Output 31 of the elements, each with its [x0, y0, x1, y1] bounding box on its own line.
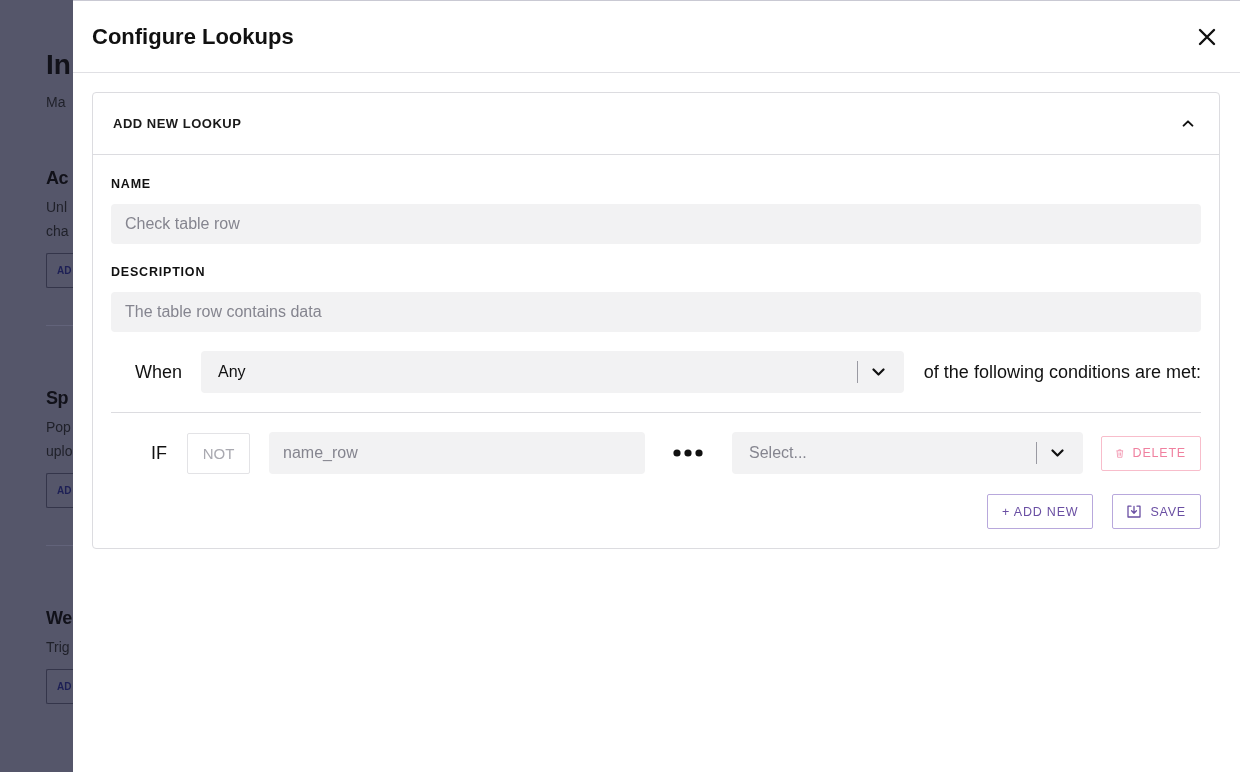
save-button[interactable]: SAVE: [1112, 494, 1201, 529]
field-label: NAME: [111, 176, 152, 192]
dropdown-select[interactable]: Any: [201, 351, 904, 393]
chevron-down-icon: [1051, 449, 1064, 457]
section-description: Unl cha: [46, 198, 70, 241]
chevron-up-icon[interactable]: [1182, 120, 1194, 127]
text-input[interactable]: The table row contains data: [111, 292, 1201, 332]
section-heading: Sp: [46, 387, 69, 410]
page-subtitle: Ma: [46, 93, 67, 112]
ellipsis-icon[interactable]: [673, 449, 703, 457]
delete-button[interactable]: DELETE: [1101, 435, 1201, 471]
not-toggle-button[interactable]: NOT: [187, 432, 250, 474]
match-suffix-text: of the following conditions are met:: [923, 361, 1201, 383]
panel-title: ADD NEW LOOKUP: [113, 116, 242, 131]
condition-label: IF: [151, 442, 167, 464]
match-label: When: [135, 361, 183, 383]
chevron-down-icon: [871, 368, 885, 376]
field-label: DESCRIPTION: [111, 264, 207, 280]
add-new-button[interactable]: + ADD NEW: [987, 494, 1094, 529]
section-heading: We: [46, 607, 72, 630]
trash-icon: [1116, 446, 1124, 460]
dialog-title: Configure Lookups: [92, 23, 294, 50]
section-description: Trig: [46, 638, 71, 657]
dropdown-select[interactable]: Select...: [732, 432, 1083, 474]
condition-field-input[interactable]: name_row: [269, 432, 645, 474]
text-input[interactable]: Check table row: [111, 204, 1201, 244]
close-icon[interactable]: [1198, 27, 1216, 46]
page-title: In: [46, 48, 72, 82]
section-heading: Ac: [46, 167, 69, 190]
section-description: Pop uplo: [46, 418, 72, 461]
tray-arrow-icon: [1127, 505, 1142, 518]
